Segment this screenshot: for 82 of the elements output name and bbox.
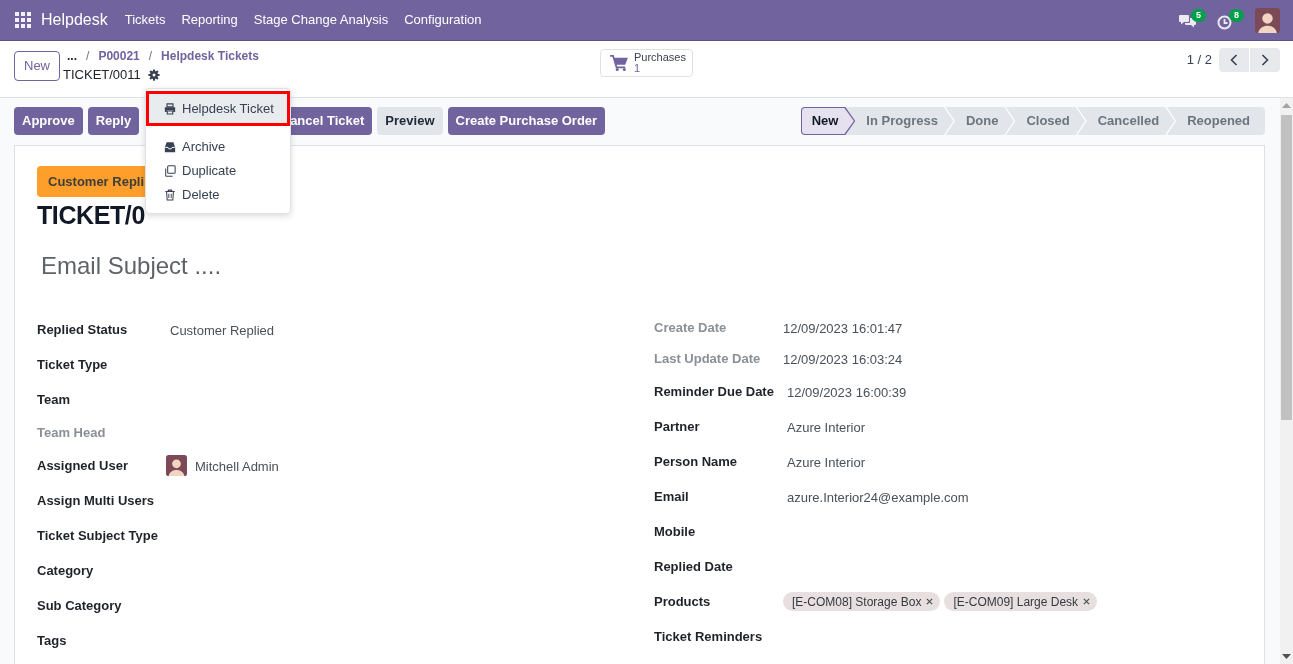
field-value[interactable]: Azure Interior: [783, 418, 866, 438]
trash-icon: [164, 189, 176, 201]
action-button[interactable]: Preview: [377, 107, 443, 135]
field-label: Create Date: [654, 318, 728, 337]
field-label: Team Head: [37, 423, 107, 442]
menu-item[interactable]: Configuration: [396, 0, 490, 40]
action-button[interactable]: Approve: [14, 107, 83, 135]
field-label: Team: [37, 390, 71, 409]
menu-item[interactable]: Stage Change Analysis: [245, 0, 397, 40]
field-label: Ticket Reminders: [654, 627, 764, 646]
app-name-link[interactable]: Helpdesk: [41, 12, 108, 28]
stage-button[interactable]: Reopened: [1176, 107, 1265, 135]
field-label: Last Update Date: [654, 349, 762, 368]
breadcrumb-link[interactable]: P00021: [98, 47, 140, 65]
field-label: Ticket Type: [37, 355, 109, 374]
field-label: Assign Multi Users: [37, 491, 156, 510]
field-label: Sub Category: [37, 596, 123, 615]
purchases-smart-button[interactable]: Purchases 1: [600, 49, 693, 77]
scroll-thumb[interactable]: [1281, 115, 1292, 420]
action-button[interactable]: Reply: [87, 107, 140, 135]
field-label: Category: [37, 561, 95, 580]
stage-button[interactable]: New: [800, 107, 856, 135]
menu-item[interactable]: Archive: [146, 135, 290, 159]
menu-item[interactable]: Tickets: [116, 0, 174, 40]
chevron-left-icon: [1230, 54, 1238, 66]
stage-button[interactable]: Closed: [1015, 107, 1087, 135]
user-name-link[interactable]: Mitchell Admin: [195, 456, 279, 477]
menu-item[interactable]: Delete: [146, 183, 290, 207]
field-label: Person Name: [654, 452, 739, 471]
stage-button[interactable]: Done: [954, 107, 1016, 135]
field-label: Mobile: [654, 522, 697, 541]
field-value[interactable]: azure.Interior24@example.com: [783, 488, 969, 508]
record-name: TICKET/0011: [63, 66, 141, 85]
field-value[interactable]: 12/09/2023 16:00:39: [783, 383, 907, 403]
field-value[interactable]: Azure Interior: [783, 453, 866, 473]
printer-icon: [164, 102, 176, 115]
subject-input[interactable]: Email Subject ....: [37, 246, 1242, 286]
field-label: Partner: [654, 417, 701, 436]
status-badge: Customer Repli: [37, 166, 147, 197]
breadcrumb-more-button[interactable]: ...: [67, 47, 78, 65]
count-badge: 5: [1191, 9, 1206, 22]
record-title: TICKET/0: [37, 200, 145, 231]
next-button[interactable]: [1250, 48, 1280, 72]
cart-icon: [610, 55, 628, 71]
breadcrumb-separator: /: [148, 48, 153, 65]
gear-icon[interactable]: [147, 69, 160, 81]
field-label: Replied Status: [37, 320, 129, 339]
previous-button[interactable]: [1219, 48, 1249, 72]
tag-label: [E-COM09] Large Desk: [953, 593, 1079, 611]
field-value: 12/09/2023 16:01:47: [783, 320, 903, 339]
new-button[interactable]: New: [14, 51, 60, 81]
field-value[interactable]: Customer Replied: [166, 321, 275, 341]
field-label: Replied Date: [654, 557, 734, 576]
stage-button[interactable]: In Progress: [855, 107, 955, 135]
copy-icon: [164, 165, 176, 177]
scroll-down-icon[interactable]: [1282, 654, 1291, 659]
field-label: Email: [654, 487, 690, 506]
field-label: Reminder Due Date: [654, 382, 775, 401]
field-value: 12/09/2023 16:03:24: [783, 351, 903, 370]
breadcrumb-separator: /: [86, 48, 90, 65]
clock-icon[interactable]: [1217, 15, 1232, 30]
count-badge: 8: [1229, 9, 1244, 22]
user-avatar[interactable]: [1255, 7, 1280, 33]
action-button[interactable]: Create Purchase Order: [447, 107, 606, 135]
user-avatar: [166, 455, 187, 476]
pager-value[interactable]: 1 / 2: [1186, 50, 1212, 70]
field-label: Assigned User: [37, 456, 130, 475]
menu-item[interactable]: Helpdesk Ticket: [146, 91, 290, 126]
field-label: Ticket Subject Type: [37, 526, 159, 545]
breadcrumb-link[interactable]: Helpdesk Tickets: [161, 47, 259, 65]
tag-label: [E-COM08] Storage Box: [792, 593, 922, 611]
stage-button[interactable]: Cancelled: [1086, 107, 1177, 135]
menu-item[interactable]: Duplicate: [146, 159, 290, 183]
field-label: Tags: [37, 631, 68, 650]
chevron-right-icon: [1261, 54, 1269, 66]
field-label: Products: [654, 592, 712, 611]
menu-item[interactable]: Reporting: [173, 0, 246, 40]
remove-icon[interactable]: [1083, 598, 1091, 605]
inbox-icon: [164, 141, 176, 153]
apps-menu-icon[interactable]: [15, 12, 31, 28]
scrollbar[interactable]: [1280, 98, 1293, 664]
remove-icon[interactable]: [926, 598, 934, 605]
